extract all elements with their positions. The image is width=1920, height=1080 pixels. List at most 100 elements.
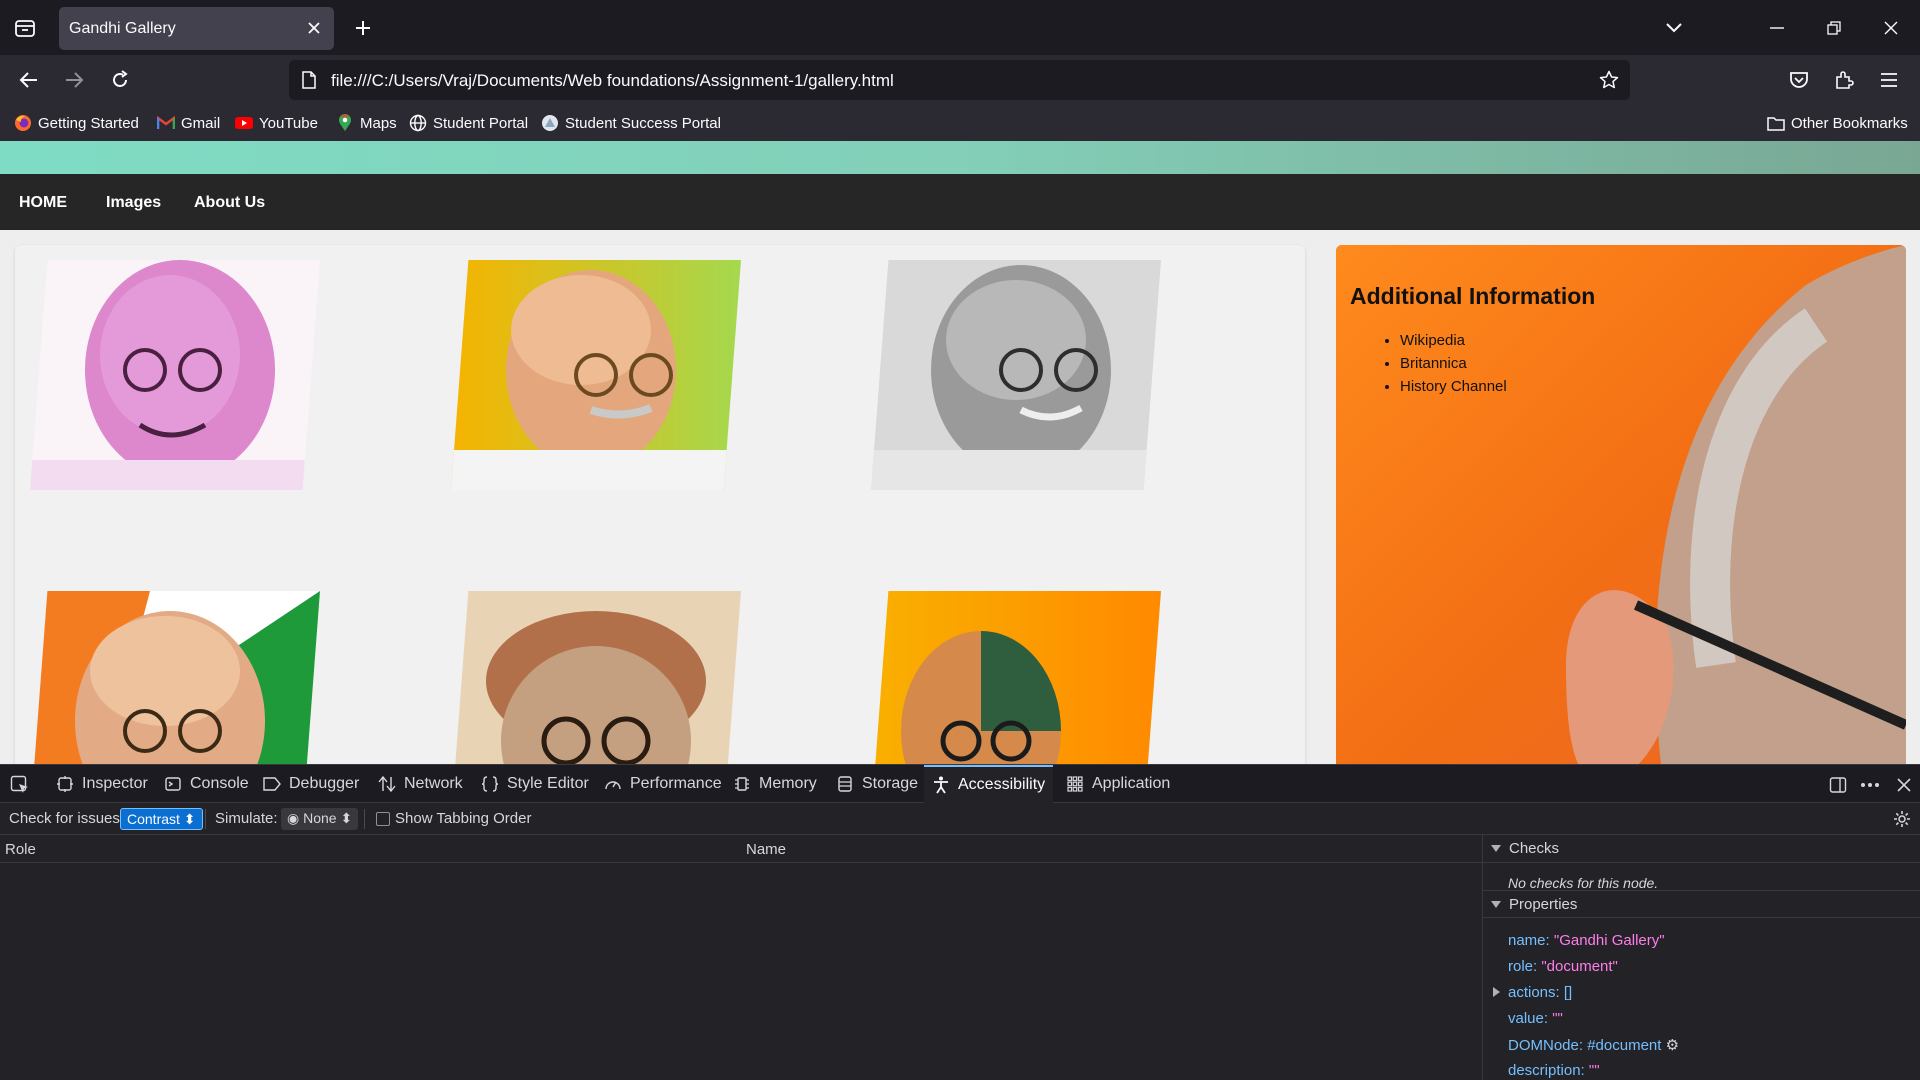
bookmark-label: Maps xyxy=(360,114,397,132)
gandhi-portrait-color[interactable] xyxy=(451,260,741,490)
tab-label: Style Editor xyxy=(507,775,589,792)
tab-console[interactable]: Console xyxy=(160,765,253,803)
back-icon[interactable] xyxy=(13,64,45,96)
expand-arrow-icon[interactable] xyxy=(1493,987,1500,997)
check-issues-select[interactable]: Contrast ⬍ xyxy=(120,808,203,830)
tab-label: Performance xyxy=(630,775,722,792)
chevron-down-icon[interactable] xyxy=(1659,14,1689,42)
gandhi-portrait-vector[interactable] xyxy=(871,591,1161,764)
reload-icon[interactable] xyxy=(104,64,136,96)
tab-network[interactable]: Network xyxy=(374,765,467,803)
restore-icon[interactable] xyxy=(1819,14,1849,42)
tree-header: Role Name xyxy=(0,835,1482,863)
gandhi-portrait-grayscale[interactable] xyxy=(871,260,1161,490)
close-devtools-icon[interactable] xyxy=(1893,774,1915,796)
accessibility-sidebar: Checks No checks for this node. Properti… xyxy=(1482,835,1920,1080)
link-wikipedia[interactable]: Wikipedia xyxy=(1400,329,1507,352)
extensions-icon[interactable] xyxy=(1828,64,1860,96)
tabbing-order-checkbox[interactable] xyxy=(376,812,390,826)
nav-link-home[interactable]: HOME xyxy=(19,194,67,212)
firefox-icon xyxy=(14,114,32,132)
gandhi-portrait-sepia[interactable] xyxy=(451,591,741,764)
url-text[interactable]: file:///C:/Users/Vraj/Documents/Web foun… xyxy=(331,71,894,91)
network-icon xyxy=(378,775,396,793)
prop-value: "" xyxy=(1552,1010,1563,1027)
more-options-icon[interactable] xyxy=(1859,774,1881,796)
bookmark-youtube[interactable]: YouTube xyxy=(235,111,318,135)
youtube-icon xyxy=(235,114,253,132)
gandhi-portrait-flag[interactable] xyxy=(30,591,320,764)
menu-icon[interactable] xyxy=(1873,64,1905,96)
bookmark-student-portal[interactable]: Student Portal xyxy=(409,111,528,135)
bookmark-student-success-portal[interactable]: Student Success Portal xyxy=(541,111,721,135)
close-tab-icon[interactable] xyxy=(304,18,324,38)
bookmark-gmail[interactable]: Gmail xyxy=(157,111,220,135)
prop-value[interactable]: value: "" xyxy=(1508,1010,1563,1027)
tab-memory[interactable]: Memory xyxy=(729,765,821,803)
inspect-target-icon[interactable]: ⚙ xyxy=(1666,1037,1679,1054)
column-name: Name xyxy=(746,841,787,858)
address-bar[interactable]: file:///C:/Users/Vraj/Documents/Web foun… xyxy=(289,60,1630,100)
header-banner xyxy=(0,141,1920,174)
prop-value: "document" xyxy=(1541,958,1618,975)
tab-inspector[interactable]: Inspector xyxy=(52,765,152,803)
browser-tab[interactable]: Gandhi Gallery xyxy=(59,7,334,50)
bookmark-maps[interactable]: Maps xyxy=(336,111,397,135)
minimize-icon[interactable] xyxy=(1762,14,1792,42)
properties-header[interactable]: Properties xyxy=(1483,890,1920,918)
prop-key: description: xyxy=(1508,1062,1585,1079)
accessibility-tree: Role Name xyxy=(0,835,1482,1080)
no-checks-message: No checks for this node. xyxy=(1508,875,1659,891)
prop-role[interactable]: role: "document" xyxy=(1508,958,1618,975)
navigation-toolbar: file:///C:/Users/Vraj/Documents/Web foun… xyxy=(0,55,1920,105)
console-icon xyxy=(164,775,182,793)
tab-storage[interactable]: Storage xyxy=(832,765,922,803)
new-tab-icon[interactable] xyxy=(349,14,377,42)
inspector-icon xyxy=(56,775,74,793)
tab-style-editor[interactable]: Style Editor xyxy=(477,765,593,803)
nav-link-images[interactable]: Images xyxy=(106,194,161,212)
braces-icon xyxy=(481,775,499,793)
tabbing-order-label[interactable]: Show Tabbing Order xyxy=(395,810,531,827)
simulate-value: None xyxy=(303,810,337,826)
grid-icon xyxy=(1066,775,1084,793)
forward-icon[interactable] xyxy=(58,64,90,96)
devtools-panel: Inspector Console Debugger Network Style… xyxy=(0,764,1920,1080)
info-links: Wikipedia Britannica History Channel xyxy=(1400,329,1507,398)
settings-gear-icon[interactable] xyxy=(1891,808,1913,830)
tab-list-icon[interactable] xyxy=(10,14,40,42)
simulate-select[interactable]: ◉ None ⬍ xyxy=(281,808,359,830)
other-bookmarks[interactable]: Other Bookmarks xyxy=(1767,111,1908,135)
maps-icon xyxy=(336,114,354,132)
other-bookmarks-label: Other Bookmarks xyxy=(1791,114,1908,132)
close-window-icon[interactable] xyxy=(1876,14,1906,42)
tab-debugger[interactable]: Debugger xyxy=(259,765,363,803)
simulate-label: Simulate: xyxy=(215,810,278,827)
prop-value: "" xyxy=(1588,1062,1600,1079)
prop-actions[interactable]: actions: [] xyxy=(1508,984,1572,1001)
gandhi-portrait-watercolor[interactable] xyxy=(30,260,320,490)
tab-performance[interactable]: Performance xyxy=(600,765,726,803)
bookmark-star-icon[interactable] xyxy=(1598,69,1620,91)
prop-description[interactable]: description: "" xyxy=(1508,1062,1600,1079)
checks-header[interactable]: Checks xyxy=(1483,835,1920,863)
accessibility-icon xyxy=(932,776,950,794)
dock-side-icon[interactable] xyxy=(1827,774,1849,796)
prop-domnode[interactable]: DOMNode: #document ⚙ xyxy=(1508,1036,1679,1054)
link-britannica[interactable]: Britannica xyxy=(1400,352,1507,375)
prop-key: value: xyxy=(1508,1010,1549,1027)
prop-value: #document xyxy=(1587,1037,1662,1054)
prop-value: "Gandhi Gallery" xyxy=(1553,932,1665,949)
nav-link-about-us[interactable]: About Us xyxy=(194,194,265,212)
bookmark-getting-started[interactable]: Getting Started xyxy=(14,111,139,135)
tab-label: Application xyxy=(1092,775,1171,792)
link-history-channel[interactable]: History Channel xyxy=(1400,375,1507,398)
site-navigation: HOME Images About Us xyxy=(0,174,1920,230)
tab-application[interactable]: Application xyxy=(1062,765,1174,803)
element-picker-icon[interactable] xyxy=(9,774,31,796)
pocket-icon[interactable] xyxy=(1783,64,1815,96)
tab-accessibility[interactable]: Accessibility xyxy=(924,765,1054,803)
image-gallery xyxy=(15,245,1305,764)
accessibility-toolbar: Check for issues: Contrast ⬍ Simulate: ◉… xyxy=(0,803,1920,835)
prop-name[interactable]: name: "Gandhi Gallery" xyxy=(1508,932,1665,949)
